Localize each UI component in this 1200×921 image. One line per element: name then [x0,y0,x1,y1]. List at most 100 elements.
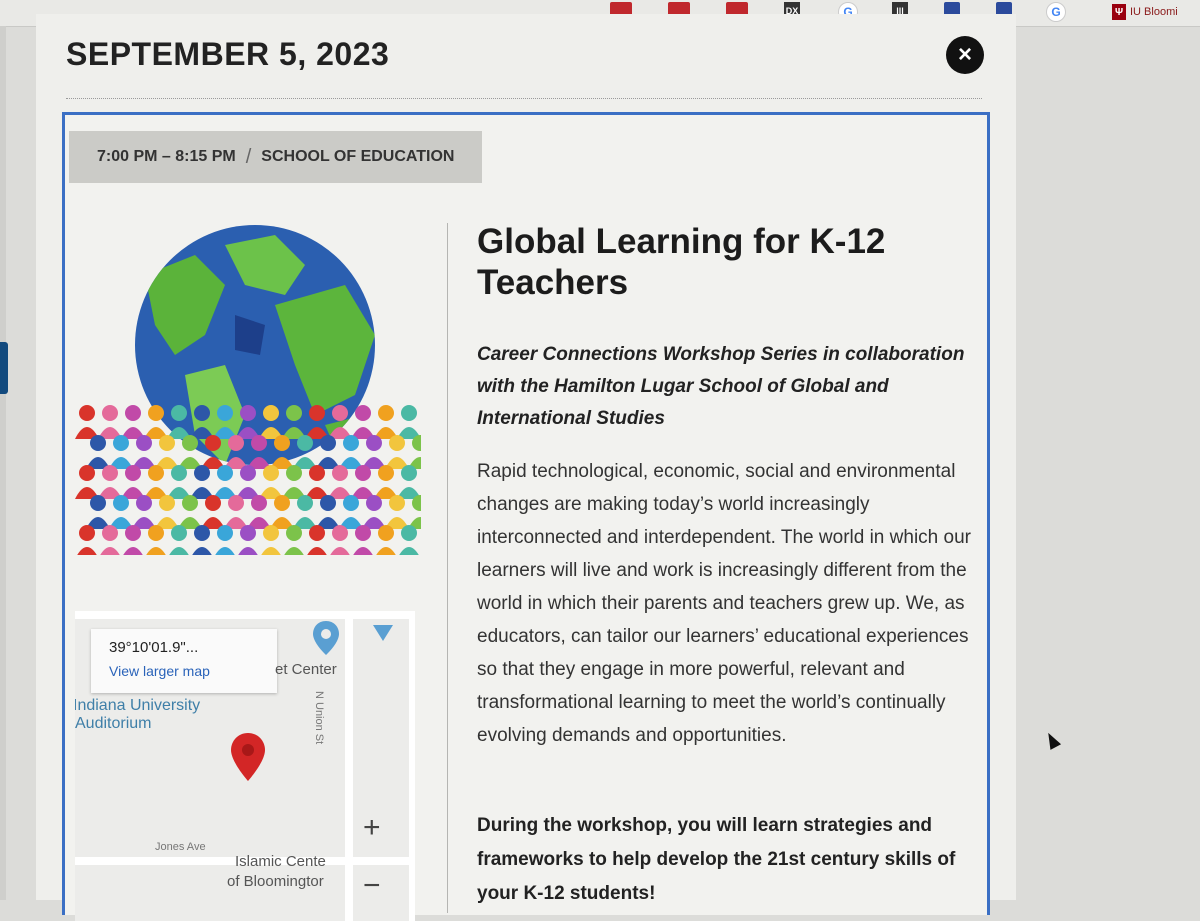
crowd-person [353,525,373,555]
event-meta: 7:00 PM – 8:15 PM / SCHOOL OF EDUCATION [69,131,483,183]
crowd-person [98,405,122,439]
crowd-person [155,435,179,469]
map-street-label: Jones Ave [155,841,206,853]
crowd-person [75,465,99,499]
map-place-auditorium-line1: Indiana University [75,697,201,714]
close-button[interactable]: × [946,36,984,74]
location-map[interactable]: 39°10'01.9"... View larger map et Center… [75,611,415,921]
crowd-person [362,435,386,469]
crowd-person [351,405,375,439]
crowd-person [213,465,237,499]
map-road [409,611,415,921]
workshop-intro: During the workshop, you will learn stra… [477,815,956,904]
crowd-person [270,495,294,529]
crowd-person [385,435,409,469]
crowd-person [385,495,409,529]
crowd-person [270,435,294,469]
crowd-person [408,495,421,529]
crowd-person [316,435,340,469]
zoom-out-button[interactable]: − [363,869,381,903]
map-road [345,611,353,921]
crowd-person [330,525,350,555]
crowd-person [261,525,281,555]
crowd-person [100,525,120,555]
crowd-person [77,525,97,555]
crowd-person [132,495,156,529]
crowd-person [362,495,386,529]
crowd-person [374,405,398,439]
crowd-person [282,465,306,499]
map-coordinates: 39°10'01.9"... [109,639,199,656]
page-accent [0,342,8,394]
event-card: 7:00 PM – 8:15 PM / SCHOOL OF EDUCATION [62,112,990,921]
map-road [75,611,415,619]
crowd-person [293,435,317,469]
crowd-person [339,495,363,529]
crowd-person [399,525,419,555]
iu-bookmark-label: IU Bloomi [1130,6,1178,18]
iu-trident-icon: Ψ [1112,4,1126,20]
crowd-person [408,435,421,469]
crowd-person [236,405,260,439]
column-divider [447,223,448,913]
view-larger-map-link[interactable]: View larger map [109,663,210,679]
event-subtitle: Career Connections Workshop Series in co… [477,344,965,429]
crowd-person [259,405,283,439]
event-department: SCHOOL OF EDUCATION [261,148,455,165]
crowd-person [305,405,329,439]
divider [66,98,982,99]
crowd-person [86,495,110,529]
crowd-person [339,435,363,469]
map-street-label: N Union St [313,691,325,745]
map-info-box: 39°10'01.9"... View larger map [91,629,277,693]
crowd-person [155,495,179,529]
crowd-person [146,525,166,555]
crowd-person [144,465,168,499]
crowd-person [121,405,145,439]
crowd-person [224,435,248,469]
crowd-person [167,465,191,499]
people-crowd-image [75,405,421,555]
crowd-person [190,405,214,439]
place-marker-icon[interactable] [311,619,341,657]
crowd-person [397,405,421,439]
event-modal: SEPTEMBER 5, 2023 × 7:00 PM – 8:15 PM / … [36,14,1016,921]
crowd-person [397,465,421,499]
crowd-person [190,465,214,499]
crowd-person [123,525,143,555]
crowd-person [247,495,271,529]
google-icon[interactable]: G [1046,2,1066,22]
event-time: 7:00 PM – 8:15 PM [97,148,236,165]
iu-bookmark[interactable]: Ψ IU Bloomi [1112,3,1200,21]
crowd-person [247,435,271,469]
event-date: SEPTEMBER 5, 2023 [66,36,390,72]
crowd-person [109,495,133,529]
crowd-person [224,495,248,529]
event-description: Rapid technological, economic, social an… [477,461,971,746]
location-pin-icon[interactable] [229,731,267,783]
crowd-person [178,435,202,469]
map-place-auditorium-line2: Auditorium [75,715,152,732]
crowd-person [238,525,258,555]
crowd-person [374,465,398,499]
crowd-person [132,435,156,469]
map-place-label: et Center [275,661,337,678]
crowd-person [109,435,133,469]
map-marker-triangle-icon [373,625,393,641]
event-title: Global Learning for K-12 Teachers [477,222,886,302]
mouse-cursor-icon [1042,730,1062,750]
crowd-person [121,465,145,499]
zoom-in-button[interactable]: + [363,811,381,845]
crowd-person [328,405,352,439]
crowd-person [316,495,340,529]
crowd-person [169,525,189,555]
crowd-person [144,405,168,439]
page-edge [0,26,6,900]
crowd-person [201,495,225,529]
crowd-person [192,525,212,555]
crowd-person [282,405,306,439]
map-place-islamic-line2: of Bloomingtor [227,873,324,890]
crowd-person [215,525,235,555]
crowd-person [75,405,99,439]
crowd-person [98,465,122,499]
